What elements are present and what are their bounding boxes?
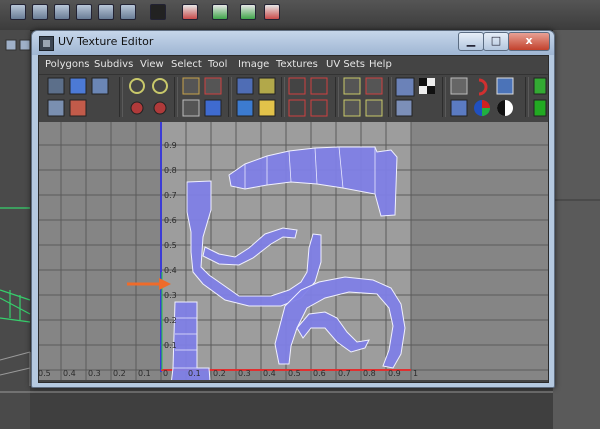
u-tick-label: 0.5 [39, 369, 51, 378]
uv-canvas[interactable]: 0.5 0.4 0.3 0.2 0.1 0 0.1 0.2 0.3 0.4 0.5 0.6 0.7 0.8… [35, 122, 548, 419]
uv-toolbar [39, 75, 548, 121]
u-tick-label: 0.2 [113, 369, 126, 378]
menu-tool[interactable]: Tool [208, 59, 227, 70]
close-button[interactable]: x [508, 32, 550, 51]
title-bar[interactable]: UV Texture Editor ▁ □ x [32, 31, 554, 55]
unfold-uv-icon[interactable] [236, 99, 254, 117]
u-tick-label: 0.4 [63, 369, 76, 378]
layout-uv-icon[interactable] [236, 77, 254, 95]
flip-h-icon[interactable] [153, 101, 167, 115]
dim-image-icon[interactable] [395, 99, 413, 117]
u-tick-label: 0.3 [88, 369, 101, 378]
magnet-icon[interactable] [478, 78, 488, 96]
v-tick-label: 0.9 [164, 141, 177, 150]
uv-select-icon[interactable] [47, 77, 65, 95]
uv-grid[interactable]: 0.5 0.4 0.3 0.2 0.1 0 0.1 0.2 0.3 0.4 0.5 0.6 0.7 0.8… [35, 122, 548, 419]
u-tick-label: 0.1 [188, 369, 201, 378]
u-tick-label: 0.1 [138, 369, 151, 378]
window-app-icon [39, 36, 54, 51]
align-bottom-icon[interactable] [288, 99, 306, 117]
sew-uv-icon[interactable] [182, 99, 200, 117]
u-tick-label: 0.8 [363, 369, 376, 378]
align-top-icon[interactable] [310, 99, 328, 117]
flip-u-icon[interactable] [69, 99, 87, 117]
align-right-icon[interactable] [310, 77, 328, 95]
maximize-button[interactable]: □ [483, 32, 509, 51]
rotate-cw-icon[interactable] [129, 78, 145, 94]
v-tick-label: 0.8 [164, 166, 177, 175]
split-uv-icon[interactable] [204, 77, 222, 95]
alpha-channel-icon[interactable] [497, 100, 513, 116]
shaded-uv-icon[interactable] [496, 77, 514, 95]
uv-move-icon[interactable] [69, 77, 87, 95]
iso-select-icon[interactable] [365, 99, 383, 117]
rgb-channels-icon[interactable] [474, 100, 490, 116]
u-tick-label: 1 [413, 369, 418, 378]
u-tick-label: 0.9 [388, 369, 401, 378]
toggle-grid-icon[interactable] [450, 77, 468, 95]
move-sew-icon[interactable] [204, 99, 222, 117]
u-tick-label: 0.7 [338, 369, 351, 378]
rotate-ccw-icon[interactable] [152, 78, 168, 94]
menu-help[interactable]: Help [369, 59, 392, 70]
menu-uv-sets[interactable]: UV Sets [326, 59, 365, 70]
u-tick-label: 0.3 [238, 369, 251, 378]
v-tick-label: 0.1 [164, 341, 177, 350]
checker-icon[interactable] [419, 78, 435, 94]
snapshot-icon[interactable] [343, 99, 361, 117]
menu-view[interactable]: View [140, 59, 164, 70]
overflow-icon[interactable] [533, 99, 547, 117]
u-tick-label: 0 [163, 369, 168, 378]
v-tick-label: 0.6 [164, 216, 177, 225]
editor-client: Polygons Subdivs View Select Tool Image … [35, 55, 549, 419]
select-shell-icon[interactable] [343, 77, 361, 95]
relax-uv-icon[interactable] [258, 99, 276, 117]
align-left-icon[interactable] [288, 77, 306, 95]
cut-uv-icon[interactable] [182, 77, 200, 95]
flip-v-icon[interactable] [130, 101, 144, 115]
texture-borders-icon[interactable] [450, 99, 468, 117]
v-tick-label: 0.5 [164, 241, 177, 250]
minimize-button[interactable]: ▁ [458, 32, 484, 51]
window-title: UV Texture Editor [58, 35, 154, 48]
v-tick-label: 0.4 [164, 266, 177, 275]
menu-bar: Polygons Subdivs View Select Tool Image … [39, 56, 548, 75]
menu-subdivs[interactable]: Subdivs [94, 59, 133, 70]
v-tick-label: 0.2 [164, 316, 177, 325]
u-tick-label: 0.4 [263, 369, 276, 378]
uv-lattice-icon[interactable] [47, 99, 65, 117]
grid-uv-icon[interactable] [258, 77, 276, 95]
v-tick-label: 0.3 [164, 291, 177, 300]
u-tick-label: 0.6 [313, 369, 326, 378]
menu-polygons[interactable]: Polygons [45, 59, 90, 70]
pointer-arrow [127, 278, 171, 290]
select-border-icon[interactable] [365, 77, 383, 95]
menu-select[interactable]: Select [171, 59, 202, 70]
u-tick-label: 0.2 [213, 369, 226, 378]
menu-image[interactable]: Image [238, 59, 269, 70]
toolbar-icons [47, 77, 547, 117]
overflow-icon[interactable] [533, 77, 547, 95]
uv-smudge-icon[interactable] [91, 77, 109, 95]
menu-textures[interactable]: Textures [276, 59, 318, 70]
display-image-icon[interactable] [395, 77, 415, 97]
uv-texture-editor-window[interactable]: UV Texture Editor ▁ □ x Polygons Subdivs… [31, 30, 555, 419]
v-tick-label: 0.7 [164, 191, 177, 200]
u-tick-label: 0.5 [288, 369, 301, 378]
